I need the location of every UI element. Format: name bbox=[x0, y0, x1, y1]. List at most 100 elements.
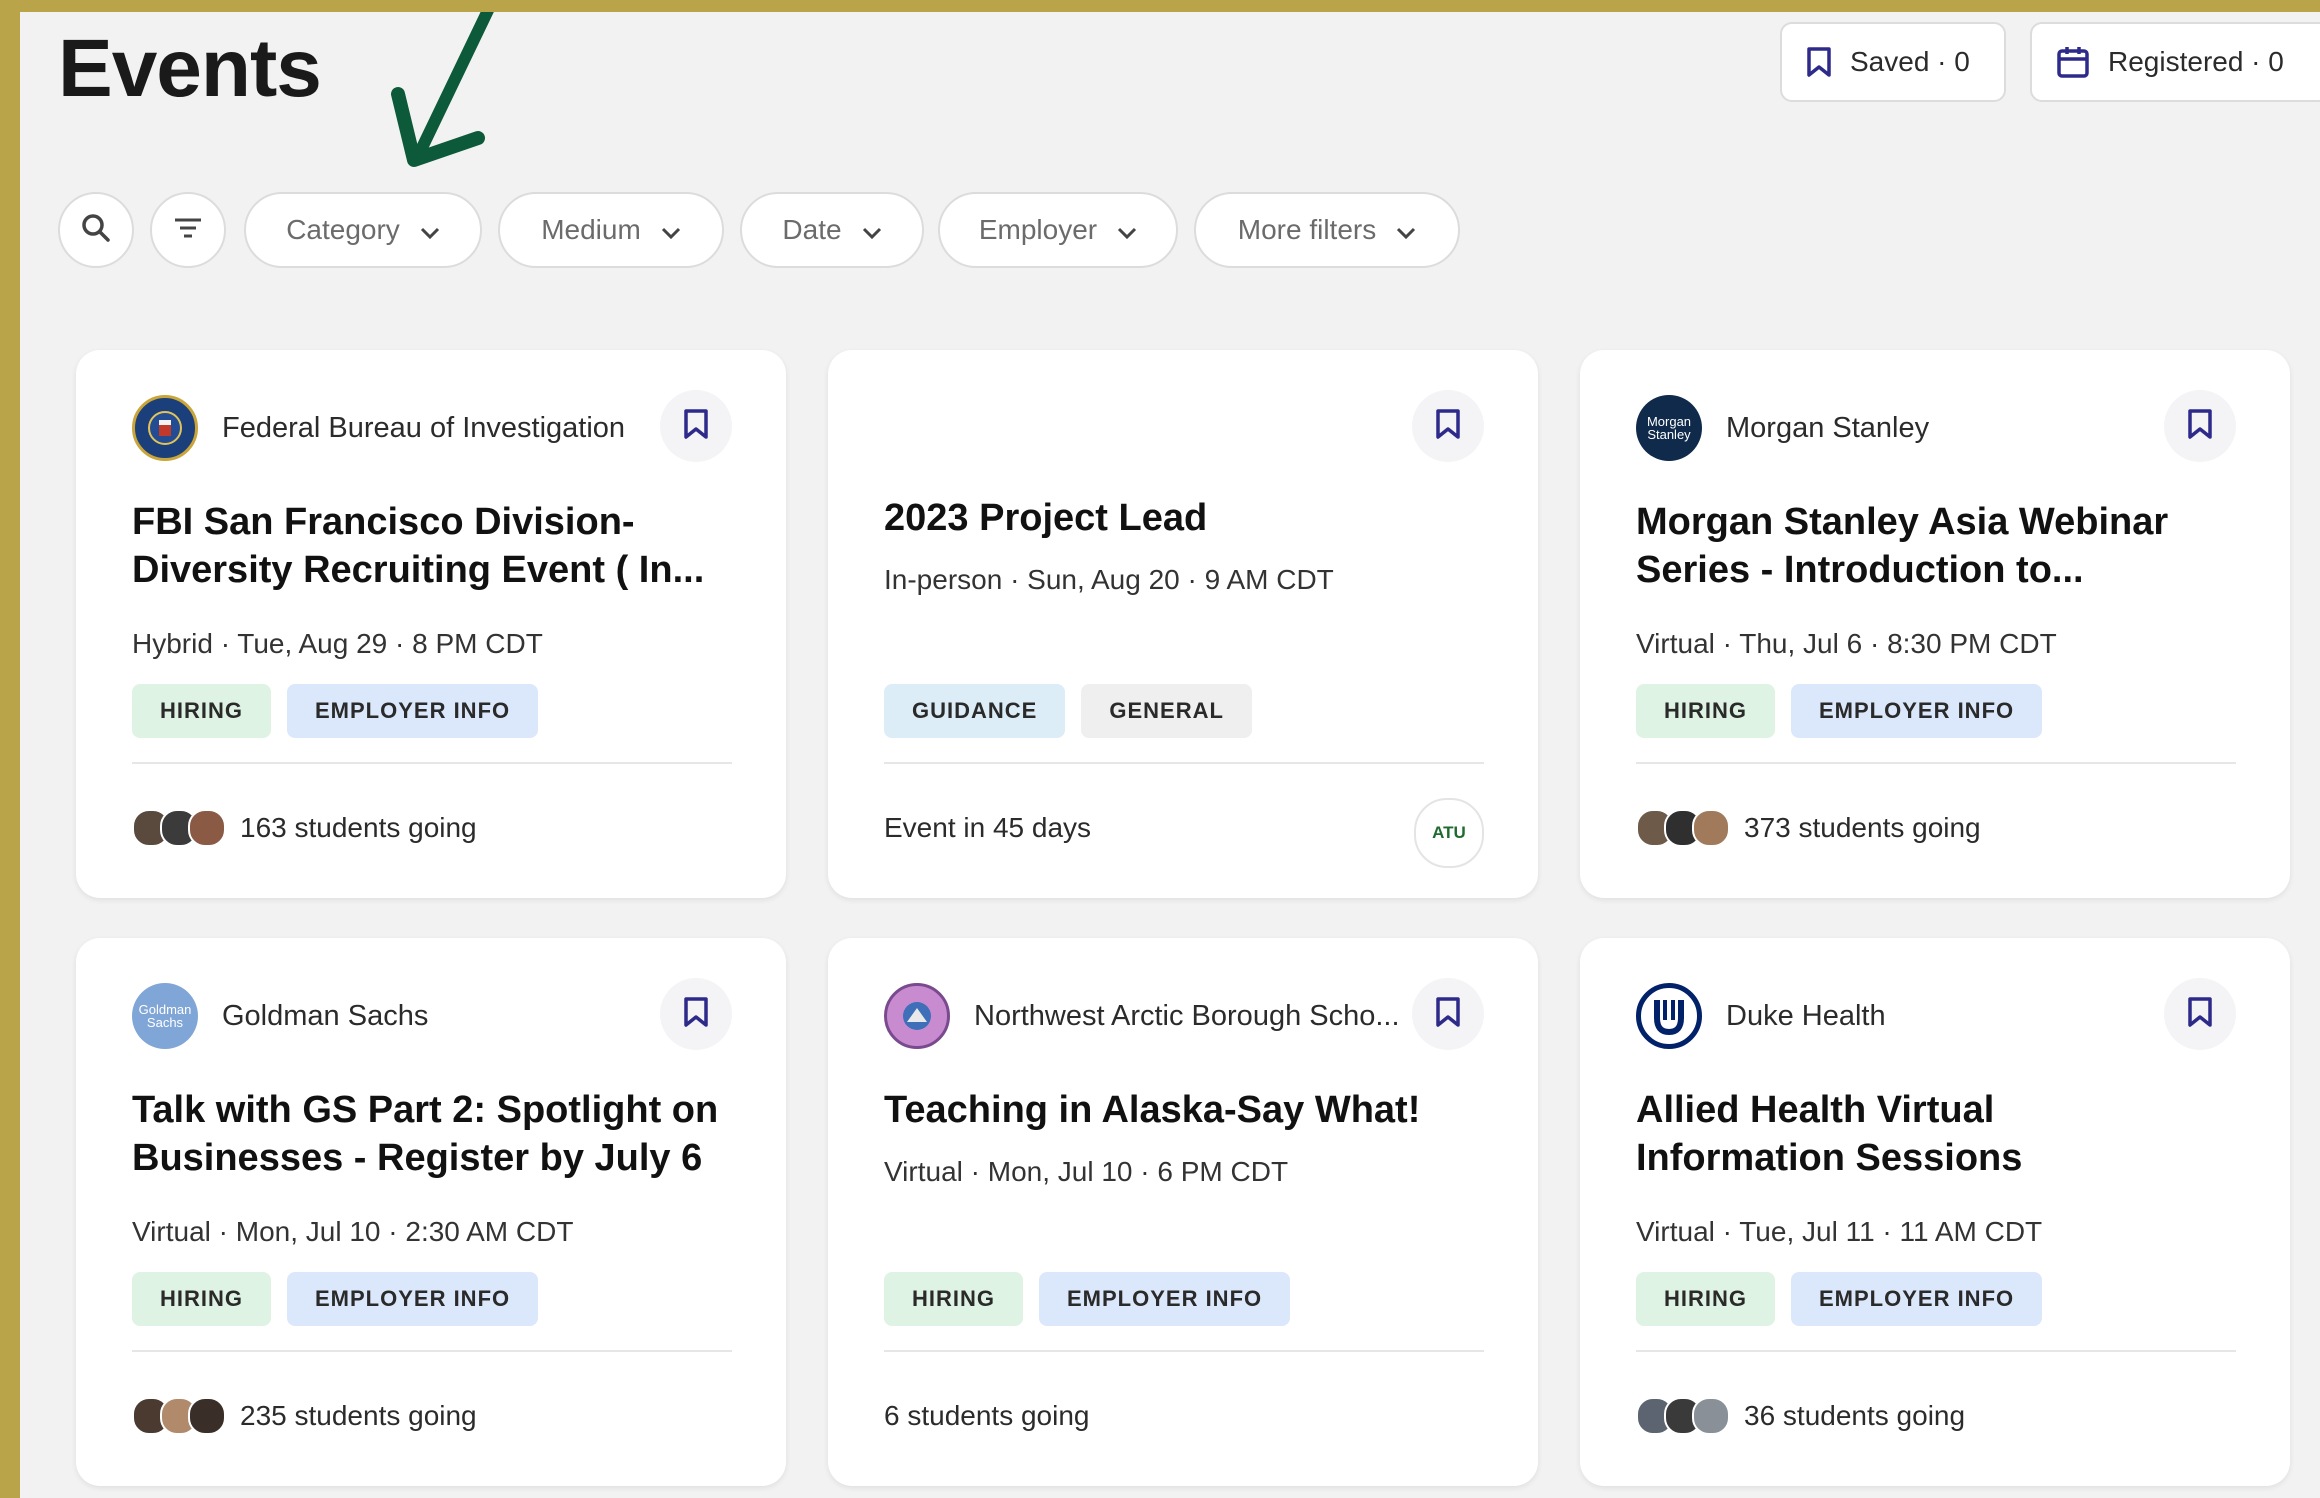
chevron-down-icon bbox=[1396, 214, 1416, 246]
event-title-line: Series - Introduction to... bbox=[1636, 549, 2084, 591]
event-title[interactable]: Allied Health Virtual Information Sessio… bbox=[1636, 1086, 2246, 1182]
registered-label: Registered · 0 bbox=[2108, 46, 2284, 77]
saved-button[interactable]: Saved · 0 bbox=[1780, 22, 2006, 102]
event-title-line: FBI San Francisco Division- bbox=[132, 501, 635, 543]
event-tags: HIRING EMPLOYER INFO bbox=[132, 684, 539, 738]
filter-medium[interactable]: Medium bbox=[498, 192, 724, 268]
event-organizer: Northwest Arctic Borough Scho... bbox=[884, 980, 1400, 1052]
event-tags: GUIDANCE GENERAL bbox=[884, 684, 1252, 738]
event-tags: HIRING EMPLOYER INFO bbox=[1636, 684, 2043, 738]
attendee-avatars bbox=[132, 1397, 226, 1435]
tag-hiring: HIRING bbox=[132, 1272, 271, 1326]
bookmark-icon bbox=[2187, 996, 2213, 1033]
registered-button[interactable]: Registered · 0 bbox=[2030, 22, 2320, 102]
search-icon bbox=[80, 212, 112, 249]
bookmark-icon bbox=[1435, 996, 1461, 1033]
bookmark-button[interactable] bbox=[660, 978, 732, 1050]
bookmark-icon bbox=[683, 408, 709, 445]
event-title[interactable]: FBI San Francisco Division- Diversity Re… bbox=[132, 498, 742, 594]
tag-hiring: HIRING bbox=[1636, 1272, 1775, 1326]
event-title[interactable]: Morgan Stanley Asia Webinar Series - Int… bbox=[1636, 498, 2246, 594]
tag-hiring: HIRING bbox=[884, 1272, 1023, 1326]
event-tags: HIRING EMPLOYER INFO bbox=[1636, 1272, 2043, 1326]
event-meta: Virtual · Mon, Jul 10 · 6 PM CDT bbox=[884, 1156, 1289, 1187]
chevron-down-icon bbox=[420, 214, 440, 246]
tag-general: GENERAL bbox=[1081, 684, 1252, 738]
event-tags: HIRING EMPLOYER INFO bbox=[884, 1272, 1291, 1326]
bookmark-button[interactable] bbox=[2164, 978, 2236, 1050]
chevron-down-icon bbox=[1117, 214, 1137, 246]
event-card[interactable]: Federal Bureau of Investigation FBI San … bbox=[76, 350, 786, 898]
filter-category-label: Category bbox=[286, 214, 400, 245]
organizer-name: Morgan Stanley bbox=[1726, 411, 1930, 444]
event-title-line: Information Sessions bbox=[1636, 1137, 2023, 1179]
events-page: Events Saved · 0 Registered · 0 Category… bbox=[20, 12, 2320, 1498]
chevron-down-icon bbox=[862, 214, 882, 246]
event-card[interactable]: Duke Health Allied Health Virtual Inform… bbox=[1580, 938, 2290, 1486]
organizer-logo: Goldman Sachs bbox=[132, 983, 198, 1049]
avatar bbox=[1692, 1397, 1730, 1435]
filter-employer-label: Employer bbox=[978, 214, 1098, 245]
attendee-avatars bbox=[1636, 1397, 1730, 1435]
card-divider bbox=[132, 1350, 732, 1352]
event-footer: Event in 45 days bbox=[884, 798, 1091, 858]
event-card[interactable]: 2023 Project Lead In-person · Sun, Aug 2… bbox=[828, 350, 1538, 898]
event-title-line: Businesses - Register by July 6 bbox=[132, 1137, 703, 1179]
filter-more[interactable]: More filters bbox=[1194, 192, 1460, 268]
filter-more-label: More filters bbox=[1237, 214, 1377, 245]
page-title: Events bbox=[58, 23, 322, 114]
bookmark-icon bbox=[1435, 408, 1461, 445]
event-title[interactable]: Talk with GS Part 2: Spotlight on Busine… bbox=[132, 1086, 742, 1182]
event-title-line: Morgan Stanley Asia Webinar bbox=[1636, 501, 2169, 543]
event-footer: 235 students going bbox=[132, 1386, 477, 1446]
event-card[interactable]: Goldman Sachs Goldman Sachs Talk with GS… bbox=[76, 938, 786, 1486]
attendee-count: 163 students going bbox=[240, 812, 477, 843]
event-organizer: Goldman Sachs Goldman Sachs bbox=[132, 980, 428, 1052]
chevron-down-icon bbox=[661, 214, 681, 246]
filter-medium-label: Medium bbox=[541, 214, 641, 245]
search-button[interactable] bbox=[58, 192, 134, 268]
card-divider bbox=[132, 762, 732, 764]
organizer-name: Northwest Arctic Borough Scho... bbox=[974, 999, 1400, 1032]
event-organizer: Federal Bureau of Investigation bbox=[132, 392, 625, 464]
annotation-arrow-icon bbox=[391, 12, 494, 167]
organizer-logo: ATU bbox=[1414, 798, 1484, 868]
bookmark-icon bbox=[1806, 46, 1832, 78]
event-footer: 36 students going bbox=[1636, 1386, 1965, 1446]
event-title-line: Allied Health Virtual bbox=[1636, 1089, 1995, 1131]
filter-employer[interactable]: Employer bbox=[938, 192, 1178, 268]
event-title[interactable]: 2023 Project Lead bbox=[884, 494, 1494, 542]
event-organizer: Duke Health bbox=[1636, 980, 1886, 1052]
bookmark-icon bbox=[683, 996, 709, 1033]
avatar bbox=[1692, 809, 1730, 847]
event-countdown: Event in 45 days bbox=[884, 812, 1092, 843]
event-title[interactable]: Teaching in Alaska-Say What! bbox=[884, 1086, 1494, 1134]
organizer-name: Federal Bureau of Investigation bbox=[222, 411, 626, 444]
tag-employer-info: EMPLOYER INFO bbox=[287, 1272, 539, 1326]
event-meta: Virtual · Tue, Jul 11 · 11 AM CDT bbox=[1636, 1216, 2043, 1247]
bookmark-button[interactable] bbox=[660, 390, 732, 462]
bookmark-button[interactable] bbox=[2164, 390, 2236, 462]
filter-category[interactable]: Category bbox=[244, 192, 482, 268]
event-card[interactable]: Northwest Arctic Borough Scho... Teachin… bbox=[828, 938, 1538, 1486]
saved-label: Saved · 0 bbox=[1850, 46, 1970, 77]
filter-date-label: Date bbox=[782, 214, 842, 245]
event-footer: 373 students going bbox=[1636, 798, 1981, 858]
sort-button[interactable] bbox=[150, 192, 226, 268]
tag-employer-info: EMPLOYER INFO bbox=[1791, 1272, 2043, 1326]
event-title-line: Teaching in Alaska-Say What! bbox=[884, 1089, 1421, 1131]
event-footer: 163 students going bbox=[132, 798, 477, 858]
event-meta: In-person · Sun, Aug 20 · 9 AM CDT bbox=[884, 564, 1334, 595]
card-divider bbox=[1636, 1350, 2236, 1352]
school-seal-icon bbox=[884, 983, 950, 1049]
tag-employer-info: EMPLOYER INFO bbox=[1039, 1272, 1291, 1326]
event-card[interactable]: Morgan Stanley Morgan Stanley Morgan Sta… bbox=[1580, 350, 2290, 898]
event-meta: Virtual · Mon, Jul 10 · 2:30 AM CDT bbox=[132, 1216, 574, 1247]
bookmark-button[interactable] bbox=[1412, 390, 1484, 462]
tag-hiring: HIRING bbox=[132, 684, 271, 738]
attendee-count: 235 students going bbox=[240, 1400, 477, 1431]
organizer-name: Goldman Sachs bbox=[222, 999, 429, 1032]
tag-hiring: HIRING bbox=[1636, 684, 1775, 738]
filter-date[interactable]: Date bbox=[740, 192, 924, 268]
bookmark-button[interactable] bbox=[1412, 978, 1484, 1050]
